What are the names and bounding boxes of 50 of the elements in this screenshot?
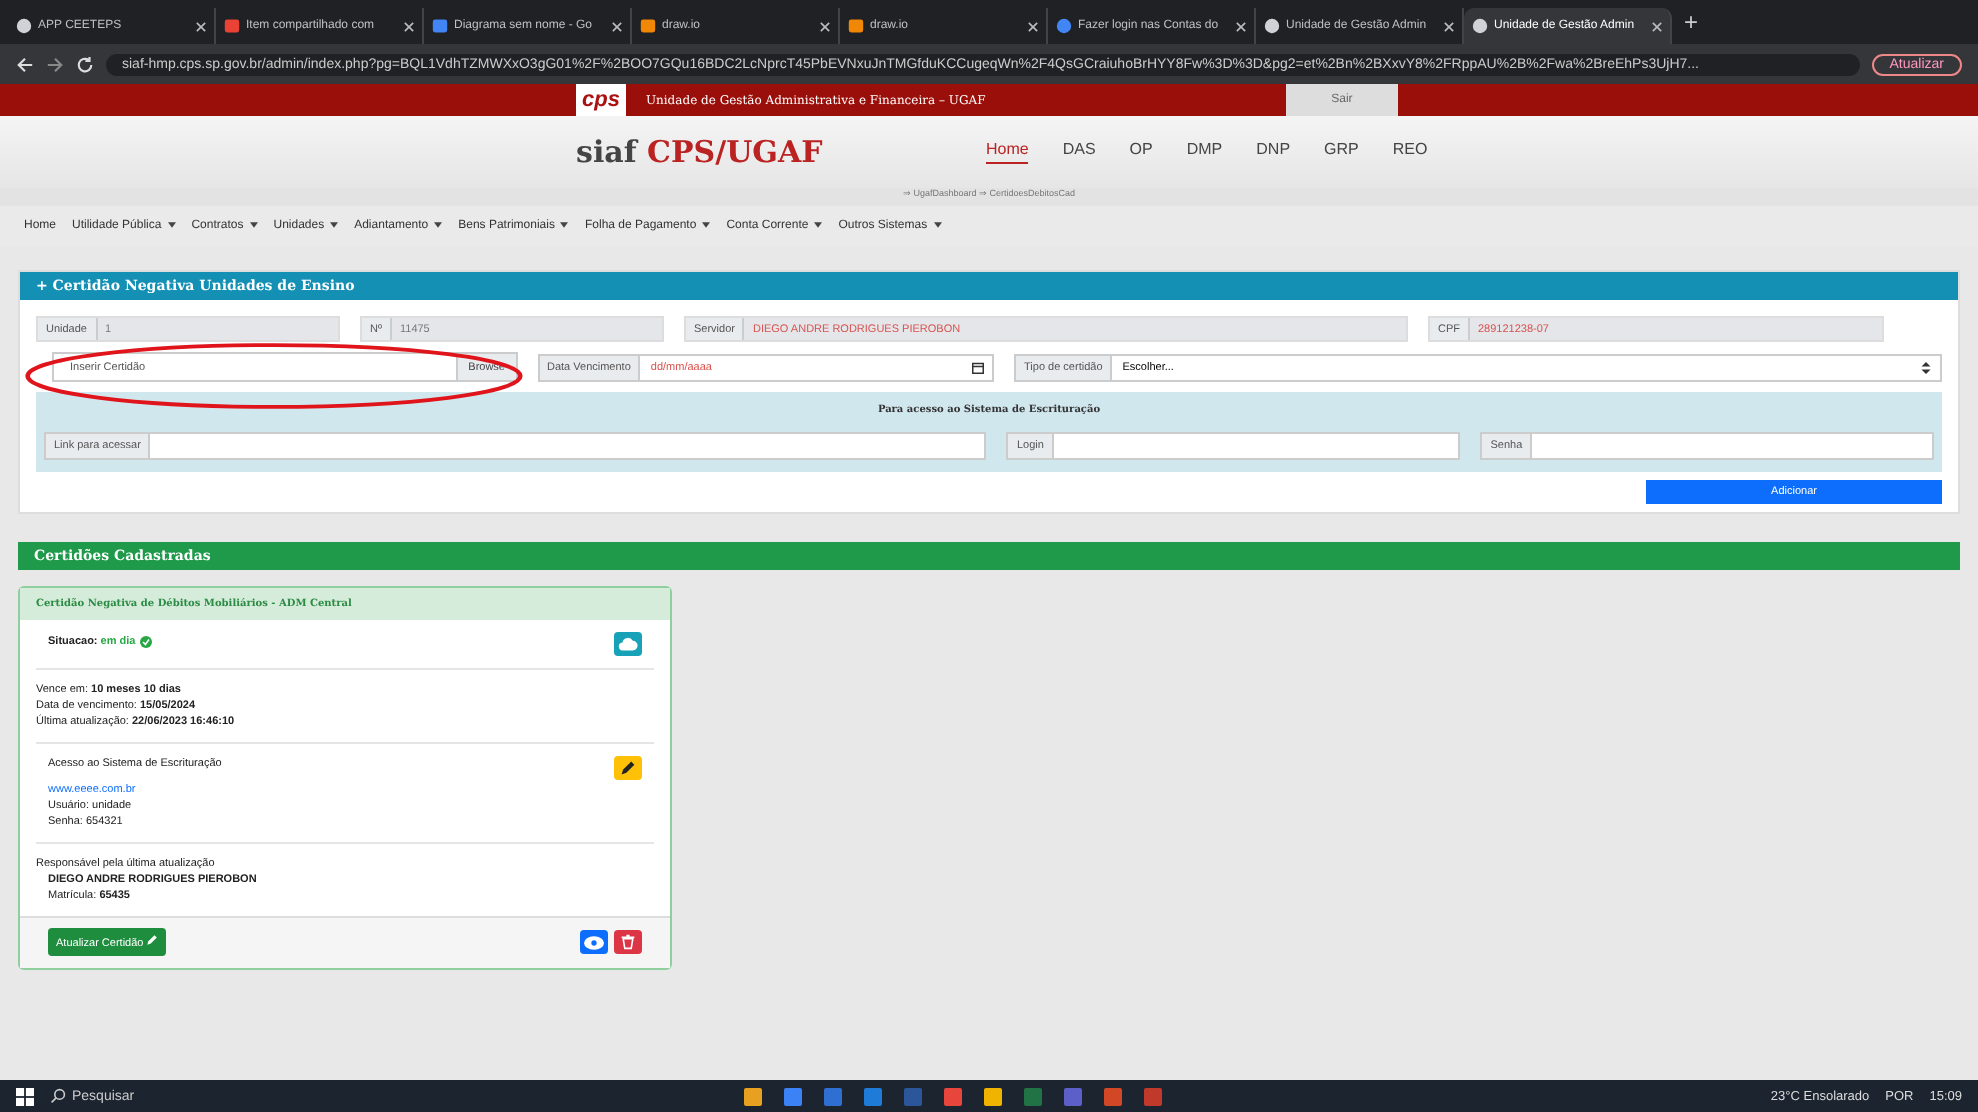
site-brand: siaf CPS/UGAF: [576, 134, 825, 170]
caret-icon: [702, 221, 711, 228]
close-icon[interactable]: [1236, 21, 1246, 31]
close-icon[interactable]: [1652, 21, 1662, 31]
caret-icon: [167, 221, 176, 228]
caret-icon: [933, 221, 942, 228]
logo: cps: [576, 84, 626, 116]
nav-link[interactable]: REO: [1392, 140, 1428, 164]
nav-link[interactable]: DAS: [1062, 140, 1096, 164]
forward-icon[interactable]: [46, 55, 64, 73]
upload-cloud-button[interactable]: [614, 632, 642, 656]
caret-icon: [814, 221, 823, 228]
tab-favicon-icon: [1264, 18, 1280, 34]
search-icon: [50, 1088, 66, 1104]
eye-icon: [584, 935, 604, 949]
tab-favicon-icon: [848, 18, 864, 34]
start-icon[interactable]: [16, 1087, 34, 1105]
edit-button[interactable]: [614, 756, 642, 780]
view-button[interactable]: [580, 930, 608, 954]
close-icon[interactable]: [404, 21, 414, 31]
caret-icon: [434, 221, 443, 228]
pencil-icon: [146, 934, 159, 946]
delete-button[interactable]: [614, 930, 642, 954]
nav-link[interactable]: DNP: [1256, 140, 1291, 164]
tab-favicon-icon: [1472, 18, 1488, 34]
caret-icon: [249, 221, 258, 228]
nav-link[interactable]: DMP: [1186, 140, 1223, 164]
nav-link[interactable]: GRP: [1324, 140, 1359, 164]
back-icon[interactable]: [16, 55, 34, 73]
cloud-icon: [618, 636, 638, 652]
calendar-icon[interactable]: [972, 361, 985, 373]
tab-favicon-icon: [1056, 18, 1072, 34]
close-icon[interactable]: [1444, 21, 1454, 31]
caret-icon: [560, 221, 569, 228]
close-icon[interactable]: [820, 21, 830, 31]
new-tab-button[interactable]: +: [1684, 8, 1699, 36]
pencil-icon: [620, 760, 636, 776]
close-icon[interactable]: [1028, 21, 1038, 31]
close-icon[interactable]: [196, 21, 206, 31]
select-arrows-icon: [1920, 361, 1932, 373]
caret-icon: [330, 221, 339, 228]
close-icon[interactable]: [612, 21, 622, 31]
nav-link[interactable]: OP: [1129, 140, 1153, 164]
tab-favicon-icon: [16, 18, 32, 34]
tab-favicon-icon: [640, 18, 656, 34]
nav-link[interactable]: Home: [986, 140, 1029, 164]
trash-icon: [620, 934, 636, 950]
tab-favicon-icon: [432, 18, 448, 34]
tab-favicon-icon: [224, 18, 240, 34]
reload-icon[interactable]: [76, 55, 94, 73]
